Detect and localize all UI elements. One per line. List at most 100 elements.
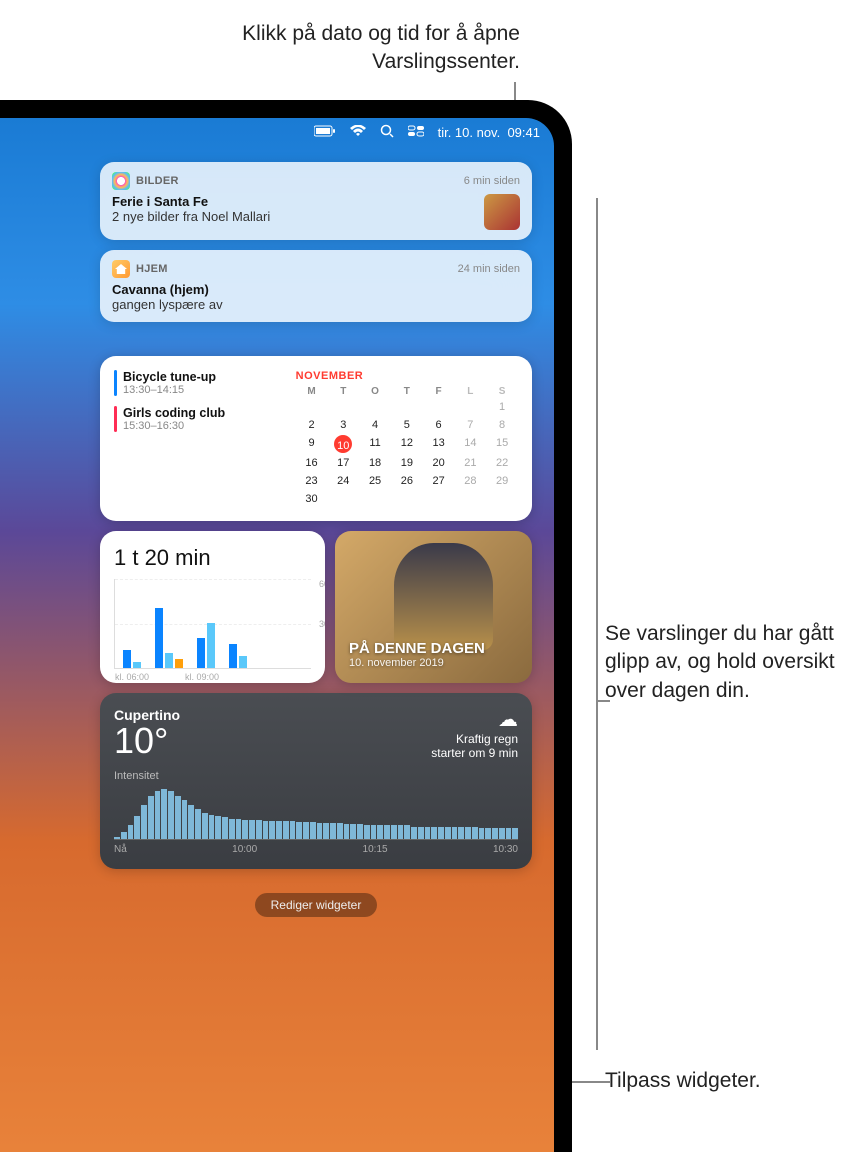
calendar-day[interactable]: 12 [391, 435, 423, 453]
event-time: 13:30–14:15 [123, 384, 216, 396]
search-icon[interactable] [380, 124, 394, 141]
calendar-day[interactable]: 1 [486, 399, 518, 415]
calendar-day [486, 491, 518, 507]
notification[interactable]: HJEM24 min sidenCavanna (hjem)gangen lys… [100, 250, 532, 322]
calendar-day [327, 399, 359, 415]
calendar-day [454, 491, 486, 507]
photos-memory-title: PÅ DENNE DAGEN [349, 640, 485, 657]
home-app-icon [112, 260, 130, 278]
notification[interactable]: BILDER6 min sidenFerie i Santa Fe2 nye b… [100, 162, 532, 240]
calendar-day[interactable]: 8 [486, 417, 518, 433]
calendar-widget[interactable]: Bicycle tune-up13:30–14:15 Girls coding c… [100, 356, 532, 521]
calendar-events: Bicycle tune-up13:30–14:15 Girls coding c… [114, 370, 284, 507]
notification-time: 24 min siden [458, 263, 520, 275]
calendar-day[interactable]: 21 [454, 455, 486, 471]
callout-line [596, 198, 598, 1050]
calendar-day[interactable]: 28 [454, 473, 486, 489]
calendar-day[interactable]: 11 [359, 435, 391, 453]
menubar-date: tir. 10. nov. [438, 125, 501, 140]
weather-xaxis-label: 10:30 [493, 844, 518, 855]
notification-center: BILDER6 min sidenFerie i Santa Fe2 nye b… [100, 162, 532, 917]
chart-bar [133, 662, 141, 668]
chart-bar [239, 656, 247, 668]
event-title: Bicycle tune-up [123, 370, 216, 384]
calendar-day[interactable]: 10 [334, 435, 352, 453]
calendar-day[interactable]: 15 [486, 435, 518, 453]
calendar-day[interactable]: 23 [296, 473, 328, 489]
callout-right: Se varslinger du har gått glipp av, og h… [605, 620, 855, 705]
chart-bar [175, 659, 183, 668]
weather-widget[interactable]: Cupertino 10° ☁︎ Kraftig regn starter om… [100, 693, 532, 869]
calendar-day[interactable]: 4 [359, 417, 391, 433]
precipitation-chart [114, 786, 518, 840]
photo-thumbnail [394, 543, 493, 649]
menubar-date-time[interactable]: tir. 10. nov. 09:41 [438, 125, 540, 140]
event-title: Girls coding club [123, 406, 225, 420]
calendar-day[interactable]: 18 [359, 455, 391, 471]
menubar-time: 09:41 [507, 125, 540, 140]
chart-bar [207, 623, 215, 668]
cloud-icon: ☁︎ [431, 707, 518, 732]
calendar-day[interactable]: 30 [296, 491, 328, 507]
calendar-day[interactable]: 3 [327, 417, 359, 433]
calendar-day[interactable]: 5 [391, 417, 423, 433]
weather-temperature: 10° [114, 723, 180, 759]
photos-memory-widget[interactable]: PÅ DENNE DAGEN 10. november 2019 [335, 531, 532, 683]
weather-xaxis-label: 10:15 [363, 844, 388, 855]
notification-body: gangen lyspære av [112, 297, 223, 312]
calendar-day[interactable]: 24 [327, 473, 359, 489]
notification-time: 6 min siden [464, 175, 520, 187]
screentime-total: 1 t 20 min [114, 545, 311, 571]
calendar-dow: S [486, 386, 518, 397]
battery-icon[interactable] [314, 125, 336, 140]
calendar-day[interactable]: 7 [454, 417, 486, 433]
calendar-dow: M [296, 386, 328, 397]
wifi-icon[interactable] [350, 125, 366, 140]
calendar-day[interactable]: 13 [423, 435, 455, 453]
calendar-dow: T [327, 386, 359, 397]
calendar-event[interactable]: Bicycle tune-up13:30–14:15 [114, 370, 284, 396]
notification-app: HJEM [136, 263, 168, 275]
chart-bar [197, 638, 205, 668]
calendar-day [359, 399, 391, 415]
control-center-icon[interactable] [408, 125, 424, 140]
chart-bar [229, 644, 237, 668]
chart-bar [155, 608, 163, 668]
weather-intensity-label: Intensitet [114, 770, 518, 782]
calendar-month-name: NOVEMBER [296, 370, 518, 382]
calendar-day[interactable]: 19 [391, 455, 423, 471]
screentime-widget[interactable]: 1 t 20 min 60 m 30 m 0 kl. 06:00 kl. 09:… [100, 531, 325, 683]
calendar-day [359, 491, 391, 507]
screentime-chart: 60 m 30 m 0 kl. 06:00 kl. 09:00 [114, 579, 311, 669]
calendar-day [423, 491, 455, 507]
calendar-day [391, 399, 423, 415]
calendar-day[interactable]: 20 [423, 455, 455, 471]
notification-app: BILDER [136, 175, 179, 187]
calendar-day[interactable]: 29 [486, 473, 518, 489]
notification-title: Ferie i Santa Fe [112, 194, 270, 209]
edit-widgets-button[interactable]: Rediger widgeter [255, 893, 378, 917]
weather-xaxis-label: Nå [114, 844, 127, 855]
desktop-screen: tir. 10. nov. 09:41 BILDER 6 min siden Fer… [0, 118, 554, 1152]
calendar-day[interactable]: 22 [486, 455, 518, 471]
calendar-dow: L [454, 386, 486, 397]
calendar-day[interactable]: 14 [454, 435, 486, 453]
chart-bar [123, 650, 131, 668]
device-frame: tir. 10. nov. 09:41 BILDER 6 min siden Fer… [0, 100, 572, 1152]
calendar-day[interactable]: 6 [423, 417, 455, 433]
calendar-day[interactable]: 16 [296, 455, 328, 471]
weather-forecast-line1: Kraftig regn [431, 732, 518, 746]
weather-xaxis-label: 10:00 [232, 844, 257, 855]
calendar-day[interactable]: 27 [423, 473, 455, 489]
event-time: 15:30–16:30 [123, 420, 225, 432]
calendar-day [423, 399, 455, 415]
calendar-day[interactable]: 9 [296, 435, 328, 453]
calendar-day[interactable]: 17 [327, 455, 359, 471]
calendar-day [296, 399, 328, 415]
calendar-day[interactable]: 26 [391, 473, 423, 489]
calendar-event[interactable]: Girls coding club15:30–16:30 [114, 406, 284, 432]
calendar-day[interactable]: 25 [359, 473, 391, 489]
calendar-day[interactable]: 2 [296, 417, 328, 433]
calendar-day [327, 491, 359, 507]
calendar-day [454, 399, 486, 415]
